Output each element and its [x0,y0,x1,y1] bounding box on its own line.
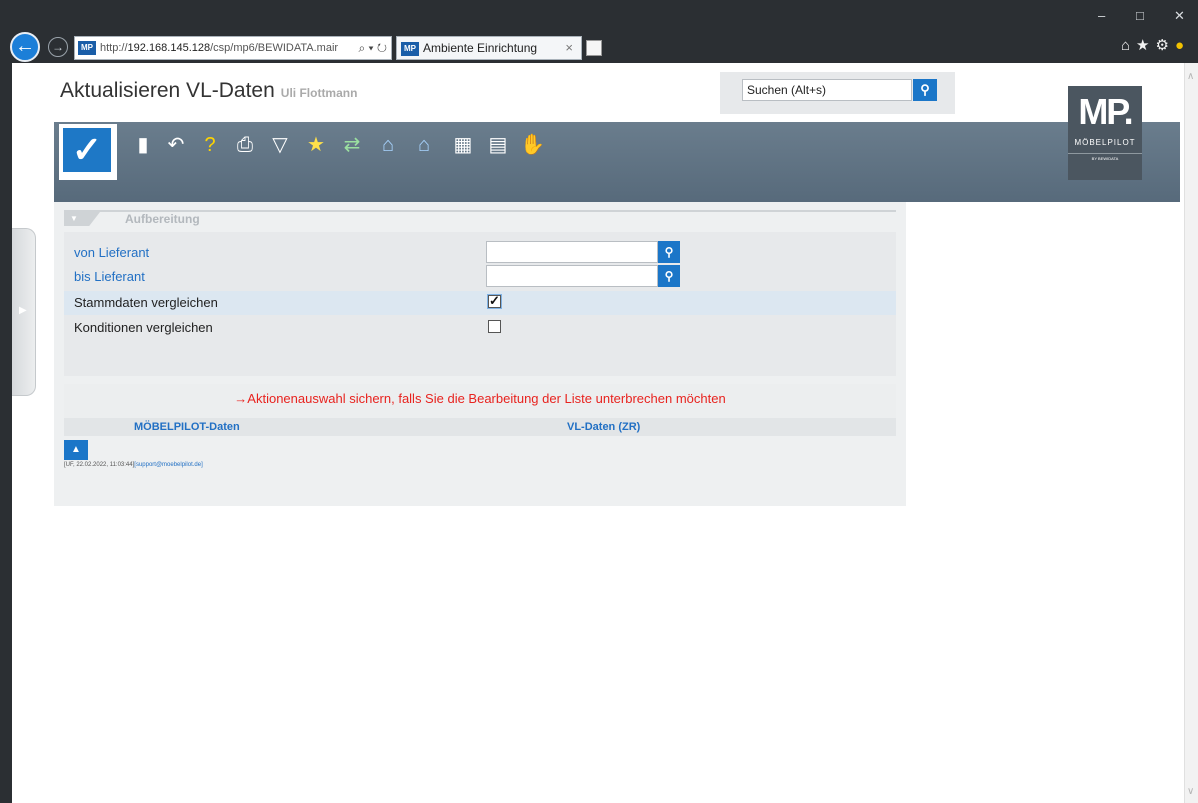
settings-gear-icon[interactable]: ⚙ [1155,37,1174,54]
scroll-down-icon[interactable]: ∨ [1187,786,1194,797]
tab-favicon-icon: MP [401,41,419,56]
back-button[interactable]: ← [10,32,40,62]
bis-lieferant-label[interactable]: bis Lieferant [74,269,145,284]
tab-title: Ambiente Einrichtung [423,41,538,55]
search-button[interactable]: ⚲ [913,79,937,101]
arrow-up-icon: ▲ [71,444,81,455]
search-icon: ⚲ [664,245,674,259]
konditionen-checkbox[interactable] [488,320,501,333]
help-icon[interactable]: ? [200,132,220,158]
moebelpilot-icon[interactable]: ▦ [448,132,478,158]
bis-lieferant-search-button[interactable]: ⚲ [658,265,680,287]
confirm-button[interactable]: ✓ [59,124,117,180]
close-window-icon[interactable]: ✕ [1174,8,1185,24]
search-input[interactable]: Suchen (Alt+s) [742,79,912,101]
logo-name: MÖBELPILOT [1074,138,1136,147]
section-title: Aufbereitung [125,212,200,226]
address-bar[interactable]: MP http://192.168.145.128/csp/mp6/BEWIDAT… [74,36,392,60]
print-icon[interactable]: ⎙ [232,132,258,158]
stammdaten-checkbox[interactable]: ✓ [487,294,502,309]
address-host: 192.168.145.128 [127,42,211,54]
feedback-smiley-icon[interactable]: ● [1175,37,1190,54]
favicon-icon: MP [78,41,96,56]
browser-toolbar-icons[interactable]: ⌂★⚙● [1121,36,1190,54]
von-lieferant-input[interactable] [486,241,658,263]
home-e-icon[interactable]: ⌂ [410,132,438,158]
list-star-icon[interactable]: ★ [304,132,328,158]
table-header: MÖBELPILOT-Daten VL-Daten (ZR) [64,418,896,436]
browser-tab[interactable]: MP Ambiente Einrichtung × [396,36,582,60]
section-header[interactable]: ▼ Aufbereitung [64,210,896,226]
new-document-icon[interactable]: ▮ [134,132,152,158]
back-arrow-icon[interactable]: ↶ [164,132,188,158]
stammdaten-label: Stammdaten vergleichen [74,295,218,310]
transfer-icon[interactable]: ⇄ [338,132,366,158]
scroll-up-icon[interactable]: ∧ [1187,71,1194,82]
page-title-text: Aktualisieren VL-Daten [60,79,275,102]
user-name: Uli Flottmann [280,86,358,100]
minimize-icon[interactable]: – [1098,8,1105,23]
bis-lieferant-input[interactable] [486,265,658,287]
chevron-right-icon: ▶ [19,305,27,316]
address-path: /csp/mp6/BEWIDATA.mair [210,42,339,54]
column-header-moebelpilot: MÖBELPILOT-Daten [134,421,240,433]
document-lines-icon[interactable]: ▤ [488,132,508,158]
home-icon[interactable]: ⌂ [1121,37,1136,54]
column-header-vl-daten: VL-Daten (ZR) [567,421,641,433]
von-lieferant-search-button[interactable]: ⚲ [658,241,680,263]
vertical-scrollbar[interactable]: ∧ ∨ [1184,63,1198,803]
hand-document-icon[interactable]: ✋ [520,132,545,158]
von-lieferant-label[interactable]: von Lieferant [74,245,149,260]
home-v-icon[interactable]: ⌂ [374,132,402,158]
tab-close-icon[interactable]: × [565,37,573,59]
search-icon: ⚲ [664,269,674,283]
address-tools-icon[interactable]: ⌕ ▾ ↻ [358,37,387,59]
search-icon: ⚲ [920,82,930,97]
footer-user-timestamp: [UF, 22.02.2022, 11:03:44] [64,462,135,468]
new-tab-button[interactable] [586,40,602,56]
moebelpilot-logo: MP. MÖBELPILOT BY BEWIDATA [1068,86,1142,180]
footer-info: [UF, 22.02.2022, 11:03:44][support@moebe… [64,462,203,468]
address-prefix: http:// [100,42,128,54]
favorites-star-icon[interactable]: ★ [1136,37,1155,54]
side-panel-toggle[interactable]: ▶ [12,228,36,396]
action-toolbar [54,122,1180,202]
filter-icon[interactable]: ▽ [268,132,292,158]
maximize-icon[interactable]: □ [1136,8,1144,23]
scroll-top-button[interactable]: ▲ [64,440,88,460]
logo-mark: MP. [1078,91,1133,132]
checkmark-icon: ✓ [63,128,111,172]
left-window-frame [0,63,12,803]
page-title: Aktualisieren VL-Daten Uli Flottmann [60,79,357,103]
warning-message[interactable]: →Aktionenauswahl sichern, falls Sie die … [64,384,896,418]
forward-button[interactable]: → [48,37,68,57]
collapse-icon[interactable]: ▼ [64,212,100,226]
logo-sub: BY BEWIDATA [1068,153,1142,161]
konditionen-label: Konditionen vergleichen [74,320,213,335]
support-email-link[interactable]: [support@moebelpilot.de] [134,462,202,468]
